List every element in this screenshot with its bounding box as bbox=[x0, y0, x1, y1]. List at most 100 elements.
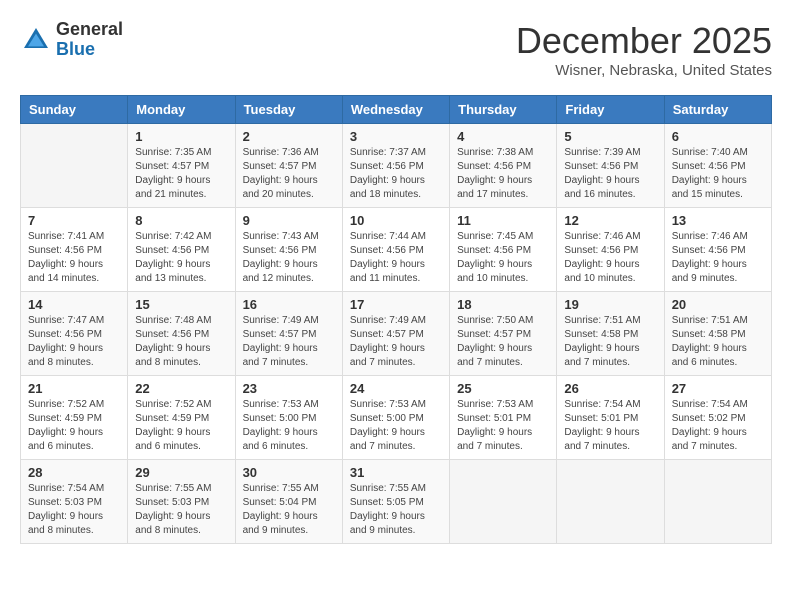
column-header-sunday: Sunday bbox=[21, 96, 128, 124]
day-number: 22 bbox=[135, 381, 227, 396]
calendar-cell bbox=[557, 460, 664, 544]
day-number: 25 bbox=[457, 381, 549, 396]
logo: General Blue bbox=[20, 20, 123, 60]
day-number: 20 bbox=[672, 297, 764, 312]
day-info: Sunrise: 7:53 AMSunset: 5:01 PMDaylight:… bbox=[457, 398, 549, 454]
day-info: Sunrise: 7:52 AMSunset: 4:59 PMDaylight:… bbox=[28, 398, 120, 454]
calendar-cell: 4 Sunrise: 7:38 AMSunset: 4:56 PMDaylight… bbox=[450, 124, 557, 208]
calendar-cell: 30 Sunrise: 7:55 AMSunset: 5:04 PMDayligh… bbox=[235, 460, 342, 544]
day-info: Sunrise: 7:55 AMSunset: 5:05 PMDaylight:… bbox=[350, 482, 442, 538]
day-number: 26 bbox=[564, 381, 656, 396]
day-number: 23 bbox=[243, 381, 335, 396]
calendar-cell: 3 Sunrise: 7:37 AMSunset: 4:56 PMDaylight… bbox=[342, 124, 449, 208]
calendar-cell: 20Sunrise: 7:51 AMSunset: 4:58 PMDayligh… bbox=[664, 292, 771, 376]
calendar-cell: 27 Sunrise: 7:54 AMSunset: 5:02 PMDayligh… bbox=[664, 376, 771, 460]
day-info: Sunrise: 7:42 AMSunset: 4:56 PMDaylight:… bbox=[135, 230, 227, 286]
day-number: 15 bbox=[135, 297, 227, 312]
day-info: Sunrise: 7:54 AMSunset: 5:02 PMDaylight:… bbox=[672, 398, 764, 454]
day-info: Sunrise: 7:53 AMSunset: 5:00 PMDaylight:… bbox=[243, 398, 335, 454]
calendar-cell: 28Sunrise: 7:54 AMSunset: 5:03 PMDayligh… bbox=[21, 460, 128, 544]
day-number: 30 bbox=[243, 465, 335, 480]
calendar-week-row: 7 Sunrise: 7:41 AMSunset: 4:56 PMDaylight… bbox=[21, 208, 772, 292]
day-number: 29 bbox=[135, 465, 227, 480]
day-number: 8 bbox=[135, 213, 227, 228]
calendar-cell: 7 Sunrise: 7:41 AMSunset: 4:56 PMDaylight… bbox=[21, 208, 128, 292]
calendar-cell: 8 Sunrise: 7:42 AMSunset: 4:56 PMDaylight… bbox=[128, 208, 235, 292]
calendar-cell: 1 Sunrise: 7:35 AMSunset: 4:57 PMDaylight… bbox=[128, 124, 235, 208]
day-info: Sunrise: 7:43 AMSunset: 4:56 PMDaylight:… bbox=[243, 230, 335, 286]
location: Wisner, Nebraska, United States bbox=[516, 62, 772, 79]
day-number: 7 bbox=[28, 213, 120, 228]
day-info: Sunrise: 7:54 AMSunset: 5:01 PMDaylight:… bbox=[564, 398, 656, 454]
calendar-table: SundayMondayTuesdayWednesdayThursdayFrid… bbox=[20, 95, 772, 544]
day-info: Sunrise: 7:47 AMSunset: 4:56 PMDaylight:… bbox=[28, 314, 120, 370]
column-header-thursday: Thursday bbox=[450, 96, 557, 124]
day-info: Sunrise: 7:41 AMSunset: 4:56 PMDaylight:… bbox=[28, 230, 120, 286]
calendar-cell bbox=[664, 460, 771, 544]
day-number: 17 bbox=[350, 297, 442, 312]
calendar-cell: 12 Sunrise: 7:46 AMSunset: 4:56 PMDayligh… bbox=[557, 208, 664, 292]
calendar-cell: 16Sunrise: 7:49 AMSunset: 4:57 PMDayligh… bbox=[235, 292, 342, 376]
calendar-cell: 18Sunrise: 7:50 AMSunset: 4:57 PMDayligh… bbox=[450, 292, 557, 376]
calendar-cell: 26 Sunrise: 7:54 AMSunset: 5:01 PMDayligh… bbox=[557, 376, 664, 460]
calendar-header-row: SundayMondayTuesdayWednesdayThursdayFrid… bbox=[21, 96, 772, 124]
day-info: Sunrise: 7:37 AMSunset: 4:56 PMDaylight:… bbox=[350, 146, 442, 202]
day-number: 1 bbox=[135, 129, 227, 144]
calendar-cell: 23 Sunrise: 7:53 AMSunset: 5:00 PMDayligh… bbox=[235, 376, 342, 460]
calendar-cell: 19 Sunrise: 7:51 AMSunset: 4:58 PMDayligh… bbox=[557, 292, 664, 376]
calendar-cell: 22Sunrise: 7:52 AMSunset: 4:59 PMDayligh… bbox=[128, 376, 235, 460]
day-number: 5 bbox=[564, 129, 656, 144]
logo-icon bbox=[20, 24, 52, 56]
calendar-cell: 2 Sunrise: 7:36 AMSunset: 4:57 PMDaylight… bbox=[235, 124, 342, 208]
calendar-cell: 25 Sunrise: 7:53 AMSunset: 5:01 PMDayligh… bbox=[450, 376, 557, 460]
day-info: Sunrise: 7:44 AMSunset: 4:56 PMDaylight:… bbox=[350, 230, 442, 286]
day-info: Sunrise: 7:49 AMSunset: 4:57 PMDaylight:… bbox=[243, 314, 335, 370]
column-header-saturday: Saturday bbox=[664, 96, 771, 124]
calendar-cell: 10Sunrise: 7:44 AMSunset: 4:56 PMDayligh… bbox=[342, 208, 449, 292]
logo-text: General Blue bbox=[56, 20, 123, 60]
calendar-week-row: 28Sunrise: 7:54 AMSunset: 5:03 PMDayligh… bbox=[21, 460, 772, 544]
day-info: Sunrise: 7:38 AMSunset: 4:56 PMDaylight:… bbox=[457, 146, 549, 202]
calendar-cell bbox=[21, 124, 128, 208]
day-number: 2 bbox=[243, 129, 335, 144]
day-number: 3 bbox=[350, 129, 442, 144]
calendar-cell: 15Sunrise: 7:48 AMSunset: 4:56 PMDayligh… bbox=[128, 292, 235, 376]
day-number: 11 bbox=[457, 213, 549, 228]
day-number: 6 bbox=[672, 129, 764, 144]
calendar-week-row: 14Sunrise: 7:47 AMSunset: 4:56 PMDayligh… bbox=[21, 292, 772, 376]
column-header-tuesday: Tuesday bbox=[235, 96, 342, 124]
day-number: 12 bbox=[564, 213, 656, 228]
day-number: 19 bbox=[564, 297, 656, 312]
column-header-friday: Friday bbox=[557, 96, 664, 124]
day-number: 21 bbox=[28, 381, 120, 396]
day-info: Sunrise: 7:49 AMSunset: 4:57 PMDaylight:… bbox=[350, 314, 442, 370]
day-info: Sunrise: 7:39 AMSunset: 4:56 PMDaylight:… bbox=[564, 146, 656, 202]
calendar-cell: 31 Sunrise: 7:55 AMSunset: 5:05 PMDayligh… bbox=[342, 460, 449, 544]
day-number: 18 bbox=[457, 297, 549, 312]
calendar-cell: 29Sunrise: 7:55 AMSunset: 5:03 PMDayligh… bbox=[128, 460, 235, 544]
day-info: Sunrise: 7:36 AMSunset: 4:57 PMDaylight:… bbox=[243, 146, 335, 202]
calendar-cell: 5 Sunrise: 7:39 AMSunset: 4:56 PMDaylight… bbox=[557, 124, 664, 208]
day-number: 27 bbox=[672, 381, 764, 396]
calendar-cell: 17 Sunrise: 7:49 AMSunset: 4:57 PMDayligh… bbox=[342, 292, 449, 376]
month-title: December 2025 bbox=[516, 20, 772, 62]
column-header-wednesday: Wednesday bbox=[342, 96, 449, 124]
day-number: 4 bbox=[457, 129, 549, 144]
title-section: December 2025 Wisner, Nebraska, United S… bbox=[516, 20, 772, 79]
day-number: 31 bbox=[350, 465, 442, 480]
calendar-cell: 13Sunrise: 7:46 AMSunset: 4:56 PMDayligh… bbox=[664, 208, 771, 292]
calendar-cell: 14Sunrise: 7:47 AMSunset: 4:56 PMDayligh… bbox=[21, 292, 128, 376]
calendar-cell bbox=[450, 460, 557, 544]
day-info: Sunrise: 7:45 AMSunset: 4:56 PMDaylight:… bbox=[457, 230, 549, 286]
calendar-cell: 11 Sunrise: 7:45 AMSunset: 4:56 PMDayligh… bbox=[450, 208, 557, 292]
day-info: Sunrise: 7:55 AMSunset: 5:04 PMDaylight:… bbox=[243, 482, 335, 538]
calendar-week-row: 1 Sunrise: 7:35 AMSunset: 4:57 PMDaylight… bbox=[21, 124, 772, 208]
calendar-cell: 24Sunrise: 7:53 AMSunset: 5:00 PMDayligh… bbox=[342, 376, 449, 460]
calendar-cell: 21 Sunrise: 7:52 AMSunset: 4:59 PMDayligh… bbox=[21, 376, 128, 460]
day-info: Sunrise: 7:46 AMSunset: 4:56 PMDaylight:… bbox=[564, 230, 656, 286]
calendar-cell: 9Sunrise: 7:43 AMSunset: 4:56 PMDaylight… bbox=[235, 208, 342, 292]
calendar-week-row: 21 Sunrise: 7:52 AMSunset: 4:59 PMDayligh… bbox=[21, 376, 772, 460]
day-info: Sunrise: 7:35 AMSunset: 4:57 PMDaylight:… bbox=[135, 146, 227, 202]
day-number: 28 bbox=[28, 465, 120, 480]
day-info: Sunrise: 7:51 AMSunset: 4:58 PMDaylight:… bbox=[564, 314, 656, 370]
